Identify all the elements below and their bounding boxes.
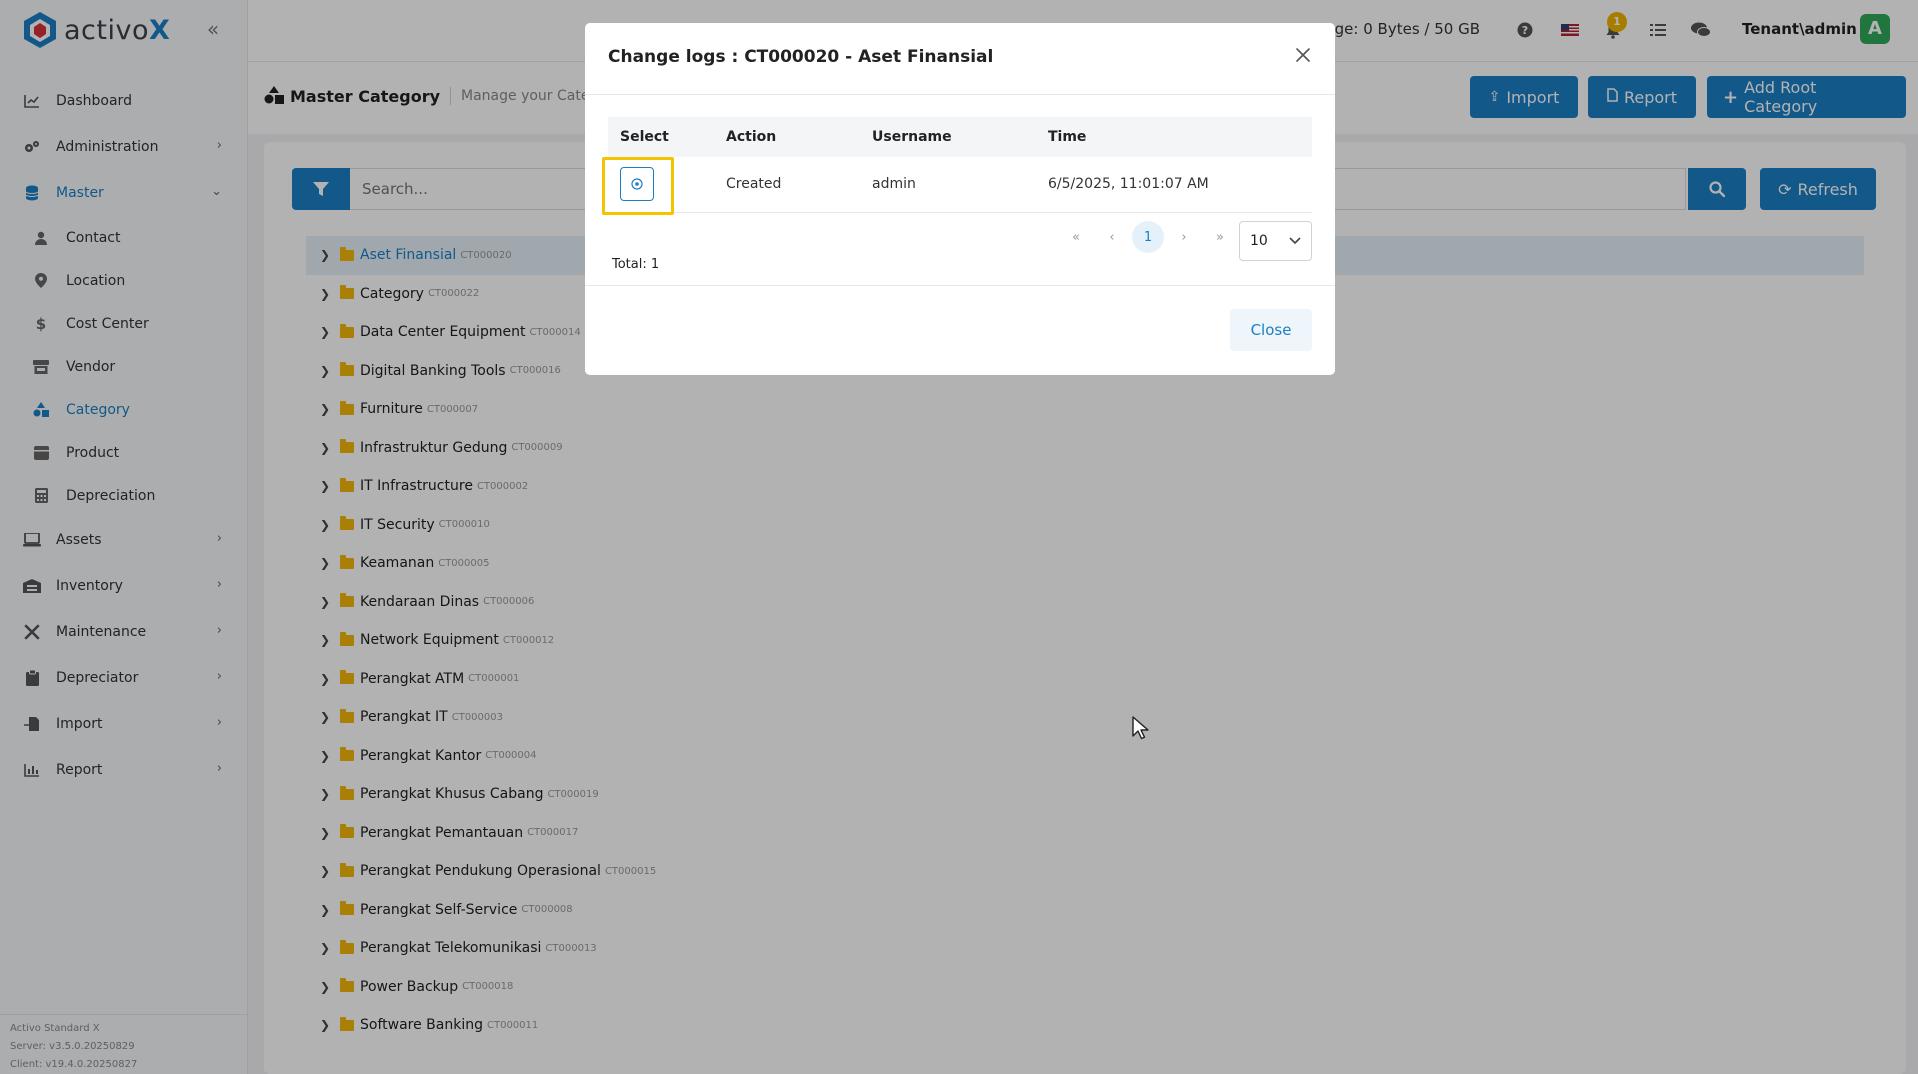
time-cell: 6/5/2025, 11:01:07 AM <box>1036 157 1312 213</box>
table-row: Created admin 6/5/2025, 11:01:07 AM <box>608 157 1312 213</box>
highlight-frame <box>602 157 674 215</box>
page-size-select[interactable]: 10 <box>1239 221 1312 261</box>
modal-header-divider <box>585 94 1335 95</box>
prev-page-icon[interactable]: ‹ <box>1096 221 1128 253</box>
current-page[interactable]: 1 <box>1132 221 1164 253</box>
column-header-time: Time <box>1036 117 1312 157</box>
close-button[interactable]: Close <box>1230 309 1312 351</box>
username-cell: admin <box>860 157 1036 213</box>
change-logs-modal: Change logs : CT000020 - Aset Finansial … <box>585 23 1335 375</box>
next-page-icon[interactable]: › <box>1168 221 1200 253</box>
first-page-icon[interactable]: « <box>1060 221 1092 253</box>
close-icon[interactable] <box>1295 47 1315 67</box>
mouse-cursor-icon <box>1132 716 1149 740</box>
change-log-table: Select Action Username Time Created admi… <box>608 117 1312 213</box>
pagination: « ‹ 1 › » <box>1060 221 1240 253</box>
last-page-icon[interactable]: » <box>1204 221 1236 253</box>
page-size-value: 10 <box>1250 233 1268 249</box>
column-header-select: Select <box>608 117 714 157</box>
action-cell: Created <box>714 157 860 213</box>
modal-title: Change logs : CT000020 - Aset Finansial <box>608 47 994 67</box>
modal-footer-divider <box>585 285 1335 286</box>
table-header-row: Select Action Username Time <box>608 117 1312 157</box>
chevron-down-icon <box>1289 237 1301 245</box>
column-header-action: Action <box>714 117 860 157</box>
column-header-username: Username <box>860 117 1036 157</box>
total-count: Total: 1 <box>612 257 660 272</box>
